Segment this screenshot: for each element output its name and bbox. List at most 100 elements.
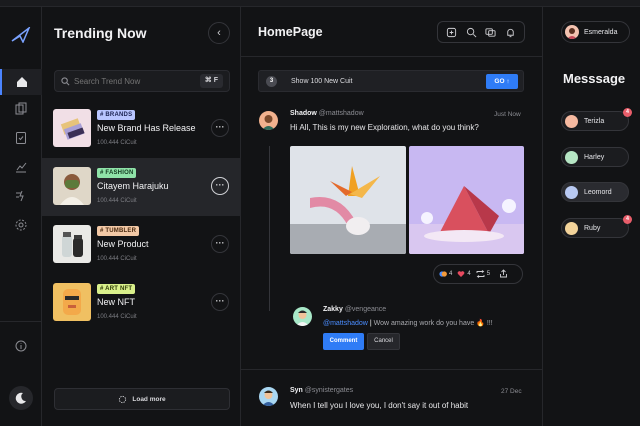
like-reaction[interactable]: 4: [457, 270, 475, 278]
trend-thumbnail: [53, 283, 91, 321]
messages-title: Messsage: [563, 71, 626, 86]
trend-thumbnail: [53, 167, 91, 205]
trend-name: New NFT: [97, 297, 135, 307]
moon-icon: [15, 392, 26, 404]
post-author[interactable]: Syn @synistergates: [290, 387, 353, 394]
trend-search: ⌘ F: [54, 70, 230, 92]
search-button[interactable]: [464, 25, 478, 39]
cancel-button[interactable]: Cancel: [367, 333, 400, 350]
trend-item[interactable]: # TUMBLER New Product 100.444 CiCuit ···: [42, 216, 241, 274]
contact-chip[interactable]: Harley: [561, 147, 629, 167]
info-icon: [15, 340, 27, 352]
avatar: [565, 221, 578, 235]
more-options-button[interactable]: ···: [211, 235, 229, 253]
header-divider: [241, 56, 543, 57]
add-button[interactable]: [445, 25, 459, 39]
notifications-button[interactable]: [503, 25, 517, 39]
nav-library[interactable]: [0, 96, 42, 122]
load-more-label: Load more: [132, 395, 166, 403]
messages-panel: Messsage Terizla 4 Harley Leomord Ruby 4: [543, 7, 640, 426]
checklist-icon: [16, 132, 26, 144]
avatar: [565, 150, 578, 164]
home-icon: [17, 77, 27, 87]
trend-count: 100.444 CiCuit: [97, 198, 137, 204]
search-icon: [61, 76, 70, 85]
trending-title: Trending Now: [54, 25, 147, 41]
trend-name: Citayem Harajuku: [97, 181, 169, 191]
theme-toggle[interactable]: [9, 386, 33, 410]
gear-icon: [15, 219, 27, 231]
trend-item[interactable]: # ART NFT New NFT 100.444 CiCuit ···: [42, 274, 241, 332]
bell-icon: [507, 28, 514, 37]
contact-name: Harley: [584, 153, 605, 161]
trend-item[interactable]: # FASHION Citayem Harajuku 100.444 CiCui…: [42, 158, 241, 216]
rail-divider: [0, 321, 42, 322]
nav-activity[interactable]: [0, 183, 42, 209]
search-input[interactable]: [74, 76, 198, 86]
post-image[interactable]: [290, 146, 406, 254]
loading-icon: [119, 395, 127, 403]
more-options-button[interactable]: ···: [211, 177, 229, 195]
home-feed: HomePage 3 Show 100 New Cuit GO ↑ Shadow…: [241, 7, 543, 426]
trend-name: New Product: [97, 239, 149, 249]
post-time: Just Now: [494, 111, 521, 118]
avatar[interactable]: [293, 307, 312, 326]
contact-chip[interactable]: Terizla 4: [561, 108, 632, 131]
mention[interactable]: @mattshadow: [323, 320, 368, 327]
unread-badge: 4: [623, 215, 632, 224]
post-handle: @mattshadow: [318, 110, 364, 117]
avatar[interactable]: [259, 111, 278, 130]
trend-count: 100.444 CiCuit: [97, 256, 137, 262]
chat-button[interactable]: [484, 25, 498, 39]
more-icon: ···: [215, 180, 225, 190]
nav-info[interactable]: [0, 333, 42, 359]
reply-author[interactable]: Zakky @vengeance: [323, 306, 386, 313]
nav-settings[interactable]: [0, 212, 42, 238]
unread-badge: 4: [623, 108, 632, 117]
nav-home[interactable]: [0, 69, 42, 95]
emoji-icon: [439, 271, 447, 277]
repost-icon: [476, 270, 485, 278]
trend-thumbnail: [53, 225, 91, 263]
emoji-reaction[interactable]: 4: [439, 270, 457, 278]
contact-name: Ruby: [584, 224, 601, 232]
post-time: 27 Dec: [501, 388, 522, 395]
chat-icon: [485, 27, 496, 37]
more-options-button[interactable]: ···: [211, 293, 229, 311]
new-posts-label: Show 100 New Cuit: [291, 78, 353, 85]
reply-text[interactable]: @mattshadow | Wow amazing work do you ha…: [323, 319, 493, 327]
load-more-button[interactable]: Load more: [54, 388, 230, 410]
nav-analytics[interactable]: [0, 154, 42, 180]
contact-chip[interactable]: Leomord: [561, 182, 629, 202]
header-toolbar: [437, 21, 525, 43]
more-options-button[interactable]: ···: [211, 119, 229, 137]
share-button[interactable]: [499, 268, 508, 280]
post-image[interactable]: [409, 146, 524, 254]
reactions-bar: 4 4 5: [433, 264, 523, 284]
post-author[interactable]: Shadow @mattshadow: [290, 110, 364, 117]
trend-name: New Brand Has Release: [97, 123, 196, 133]
collapse-button[interactable]: ‹: [208, 22, 230, 44]
contact-name: Terizla: [584, 117, 605, 125]
reply-handle: @vengeance: [344, 306, 387, 313]
post-divider: [241, 369, 543, 370]
activity-icon: [16, 190, 24, 202]
trend-tag: # BRANDS: [97, 110, 136, 120]
logo-icon: [11, 27, 31, 43]
trend-count: 100.444 CiCuit: [97, 140, 137, 146]
trend-tag: # TUMBLER: [97, 226, 140, 236]
new-posts-banner: 3 Show 100 New Cuit GO ↑: [258, 70, 524, 92]
copy-icon: [15, 102, 27, 115]
page-title: HomePage: [258, 25, 323, 39]
nav-rail: [0, 7, 42, 426]
plus-icon: [447, 27, 457, 37]
thread-line: [269, 146, 270, 311]
contact-chip[interactable]: Ruby 4: [561, 215, 632, 238]
avatar[interactable]: [259, 387, 278, 406]
go-button[interactable]: GO ↑: [486, 74, 518, 89]
trend-item[interactable]: # BRANDS New Brand Has Release 100.444 C…: [42, 100, 241, 158]
comment-button[interactable]: Comment: [323, 333, 364, 350]
trend-count: 100.444 CiCuit: [97, 314, 137, 320]
repost-reaction[interactable]: 5: [476, 270, 495, 278]
nav-tasks[interactable]: [0, 125, 42, 151]
